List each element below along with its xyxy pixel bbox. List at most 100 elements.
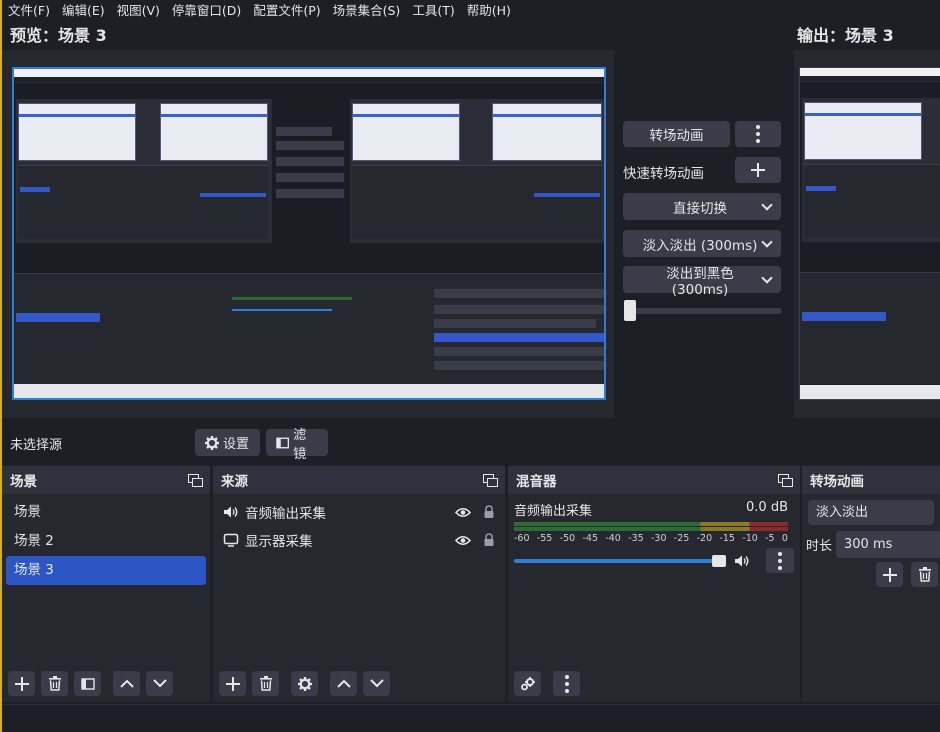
volume-meter [514, 522, 788, 532]
move-scene-down-button[interactable] [146, 671, 173, 696]
move-source-up-button[interactable] [330, 671, 357, 696]
sources-title: 来源 [221, 474, 248, 490]
move-scene-up-button[interactable] [113, 671, 140, 696]
scene-transitions-dock: 转场动画 淡入淡出 时长 300 ms [802, 466, 940, 702]
lock-icon[interactable] [483, 505, 495, 519]
menu-view[interactable]: 视图(V) [111, 0, 166, 21]
audio-mixer-dock: 混音器 音频输出采集 0.0 dB -60 -55 -50 -45 -40 -35 -30-… [508, 466, 800, 702]
plus-icon [751, 163, 765, 177]
filter-icon [276, 437, 290, 448]
gear-icon [297, 676, 312, 691]
program-label: 输出：场景 3 [797, 26, 894, 45]
more-vertical-icon [778, 551, 782, 570]
transition-select[interactable]: 淡入淡出 [808, 500, 934, 525]
no-source-label: 未选择源 [10, 438, 63, 453]
chevron-down-icon [761, 271, 773, 284]
eye-icon[interactable] [455, 535, 471, 546]
tbar-slider-track[interactable] [628, 308, 782, 314]
scene-item-selected[interactable]: 场景 3 [6, 556, 206, 585]
menu-edit[interactable]: 编辑(E) [56, 0, 111, 21]
gears-icon [520, 676, 535, 690]
scene-item[interactable]: 场景 2 [6, 527, 206, 556]
sources-dock: 来源 音频输出采集 显示器采集 [213, 466, 505, 702]
source-filters-button[interactable]: 滤镜 [266, 428, 328, 462]
chevron-up-icon [119, 679, 134, 688]
speaker-icon[interactable] [734, 554, 750, 568]
meter-scale: -60 -55 -50 -45 -40 -35 -30 -25 -20 -15 -10 -5 0 [514, 533, 788, 544]
filter-icon [80, 677, 95, 690]
tbar-slider-handle[interactable] [624, 300, 636, 321]
menu-scene-collection[interactable]: 场景集合(S) [327, 0, 407, 21]
quick-transitions-label: 快速转场动画 [623, 166, 704, 182]
undock-icon[interactable] [188, 474, 203, 487]
channel-menu-button[interactable] [766, 548, 794, 573]
quick-transition-fade-to-black[interactable]: 淡出到黑色 (300ms) [623, 266, 781, 298]
gear-icon [205, 435, 219, 450]
speaker-icon [224, 506, 238, 518]
eye-icon[interactable] [455, 507, 471, 518]
mixer-channel-name: 音频输出采集 [514, 504, 593, 519]
program-screen-capture [799, 67, 940, 400]
duration-label: 时长 [806, 539, 833, 554]
trash-icon [48, 676, 61, 691]
duration-input[interactable]: 300 ms [836, 531, 940, 558]
menu-file[interactable]: 文件(F) [2, 0, 56, 21]
context-bar: 未选择源 设置 滤镜 [2, 420, 940, 464]
menu-tools[interactable]: 工具(T) [406, 0, 460, 21]
undock-icon[interactable] [778, 474, 793, 487]
source-item[interactable]: 显示器采集 [213, 526, 505, 554]
chevron-down-icon [761, 198, 773, 211]
transitions-title: 转场动画 [810, 474, 864, 490]
source-name: 音频输出采集 [245, 506, 326, 522]
lock-icon[interactable] [483, 533, 495, 547]
chevron-down-icon [761, 235, 773, 248]
source-item[interactable]: 音频输出采集 [213, 498, 505, 526]
preview-screen-capture [12, 67, 606, 400]
mixer-menu-button[interactable] [553, 671, 580, 696]
monitor-icon [223, 533, 239, 547]
trash-icon [918, 567, 931, 582]
program-canvas [794, 50, 940, 418]
undock-icon[interactable] [483, 474, 498, 487]
source-properties-button[interactable] [291, 671, 318, 696]
quick-transition-cut[interactable]: 直接切换 [623, 193, 781, 220]
scenes-title: 场景 [10, 474, 37, 490]
remove-transition-button[interactable] [911, 562, 938, 587]
plus-icon [14, 676, 29, 691]
scene-filters-button[interactable] [74, 671, 101, 696]
transition-button[interactable]: 转场动画 [623, 121, 730, 147]
volume-slider[interactable] [514, 554, 726, 567]
mixer-channel: 音频输出采集 0.0 dB -60 -55 -50 -45 -40 -35 -30 -25 -2… [508, 494, 800, 573]
remove-scene-button[interactable] [41, 671, 68, 696]
preview-label: 预览：场景 3 [10, 26, 107, 45]
menu-profile[interactable]: 配置文件(P) [247, 0, 326, 21]
mixer-title: 混音器 [516, 474, 557, 490]
menu-docks[interactable]: 停靠窗口(D) [166, 0, 247, 21]
trash-icon [259, 676, 272, 691]
preview-canvas[interactable] [2, 50, 614, 418]
transition-menu-button[interactable] [735, 121, 781, 147]
menu-bar: 文件(F) 编辑(E) 视图(V) 停靠窗口(D) 配置文件(P) 场景集合(S… [2, 0, 940, 21]
advanced-audio-button[interactable] [514, 671, 541, 696]
add-quick-transition-button[interactable] [735, 157, 781, 183]
add-source-button[interactable] [219, 671, 246, 696]
scenes-dock: 场景 场景 场景 2 场景 3 [2, 466, 210, 702]
chevron-down-icon [369, 679, 384, 688]
plus-icon [882, 567, 897, 582]
mixer-channel-level: 0.0 dB [746, 500, 788, 515]
add-transition-button[interactable] [876, 562, 903, 587]
more-vertical-icon [564, 674, 569, 693]
plus-icon [225, 676, 240, 691]
remove-source-button[interactable] [252, 671, 279, 696]
source-name: 显示器采集 [245, 534, 313, 550]
volume-slider-handle[interactable] [712, 554, 726, 567]
menu-help[interactable]: 帮助(H) [461, 0, 517, 21]
scene-item[interactable]: 场景 [6, 498, 206, 527]
source-settings-button[interactable]: 设置 [195, 429, 260, 456]
quick-transition-fade[interactable]: 淡入淡出 (300ms) [623, 230, 781, 257]
more-vertical-icon [756, 125, 760, 143]
status-bar [2, 704, 940, 732]
add-scene-button[interactable] [8, 671, 35, 696]
move-source-down-button[interactable] [363, 671, 390, 696]
chevron-down-icon [152, 679, 167, 688]
